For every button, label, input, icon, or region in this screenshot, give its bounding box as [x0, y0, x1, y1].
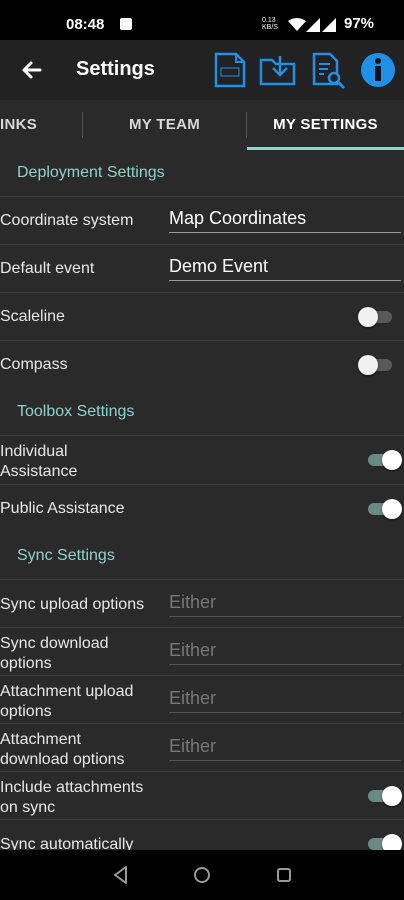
tab-bar: INKS MY TEAM MY SETTINGS: [0, 100, 404, 150]
compass-toggle[interactable]: [358, 355, 394, 375]
wifi-icon: [288, 18, 306, 31]
divider: [0, 675, 404, 676]
download-folder-icon[interactable]: [258, 50, 298, 90]
home-circle-icon[interactable]: [191, 864, 213, 886]
settings-list[interactable]: Deployment Settings Coordinate system Ma…: [0, 150, 404, 850]
system-navigation-bar: [0, 850, 404, 900]
section-deployment-settings: Deployment Settings: [17, 164, 165, 181]
default-event-field[interactable]: Demo Event: [169, 256, 401, 281]
divider: [0, 579, 404, 580]
attachment-download-label: Attachment download options: [0, 731, 125, 768]
network-speed: 0.13 KB/S: [262, 17, 278, 31]
attachment-upload-label: Attachment upload options: [0, 683, 134, 720]
compass-label: Compass: [0, 356, 68, 373]
sync-upload-field[interactable]: Either: [169, 592, 401, 617]
sync-upload-label: Sync upload options: [0, 596, 145, 613]
notification-icon: [120, 18, 132, 30]
back-triangle-icon[interactable]: [110, 864, 132, 886]
attachment-upload-field[interactable]: Either: [169, 688, 401, 713]
tab-links[interactable]: INKS: [0, 100, 82, 150]
default-event-label: Default event: [0, 260, 95, 277]
include-attachments-toggle[interactable]: [366, 786, 402, 806]
divider: [0, 292, 404, 293]
sync-download-field[interactable]: Either: [169, 640, 401, 665]
sync-automatically-toggle[interactable]: [366, 834, 402, 850]
scaleline-toggle[interactable]: [358, 307, 394, 327]
tab-my-team[interactable]: MY TEAM: [83, 100, 246, 150]
public-assistance-label: Public Assistance: [0, 500, 125, 517]
scaleline-label: Scaleline: [0, 308, 65, 325]
signal-icon: [306, 18, 320, 32]
section-toolbox-settings: Toolbox Settings: [17, 403, 135, 420]
divider: [0, 484, 404, 485]
individual-assistance-toggle[interactable]: [366, 450, 402, 470]
log-file-icon[interactable]: [212, 50, 248, 90]
divider: [0, 723, 404, 724]
coordinate-system-field[interactable]: Map Coordinates: [169, 208, 401, 233]
divider: [0, 819, 404, 820]
divider: [0, 435, 404, 436]
sync-automatically-label: Sync automatically: [0, 836, 134, 850]
recents-square-icon[interactable]: [273, 864, 295, 886]
section-sync-settings: Sync Settings: [17, 547, 115, 564]
back-arrow-icon[interactable]: [18, 56, 46, 84]
public-assistance-toggle[interactable]: [366, 499, 402, 519]
attachment-download-field[interactable]: Either: [169, 736, 401, 761]
divider: [0, 244, 404, 245]
coordinate-system-label: Coordinate system: [0, 212, 134, 229]
status-bar: 08:48 0.13 KB/S 97%: [0, 0, 404, 40]
individual-assistance-label: Individual Assistance: [0, 443, 78, 480]
tab-my-settings[interactable]: MY SETTINGS: [247, 100, 404, 150]
divider: [0, 340, 404, 341]
page-title: Settings: [76, 58, 155, 80]
include-attachments-label: Include attachments on sync: [0, 779, 144, 816]
signal-icon-secondary: [322, 18, 336, 32]
divider: [0, 196, 404, 197]
battery-level: 97%: [344, 15, 375, 32]
sync-download-label: Sync download options: [0, 635, 109, 672]
app-bar: Settings: [0, 40, 404, 100]
search-document-icon[interactable]: [310, 50, 346, 90]
info-icon[interactable]: [360, 50, 396, 90]
divider: [0, 627, 404, 628]
status-time: 08:48: [66, 16, 105, 33]
divider: [0, 771, 404, 772]
